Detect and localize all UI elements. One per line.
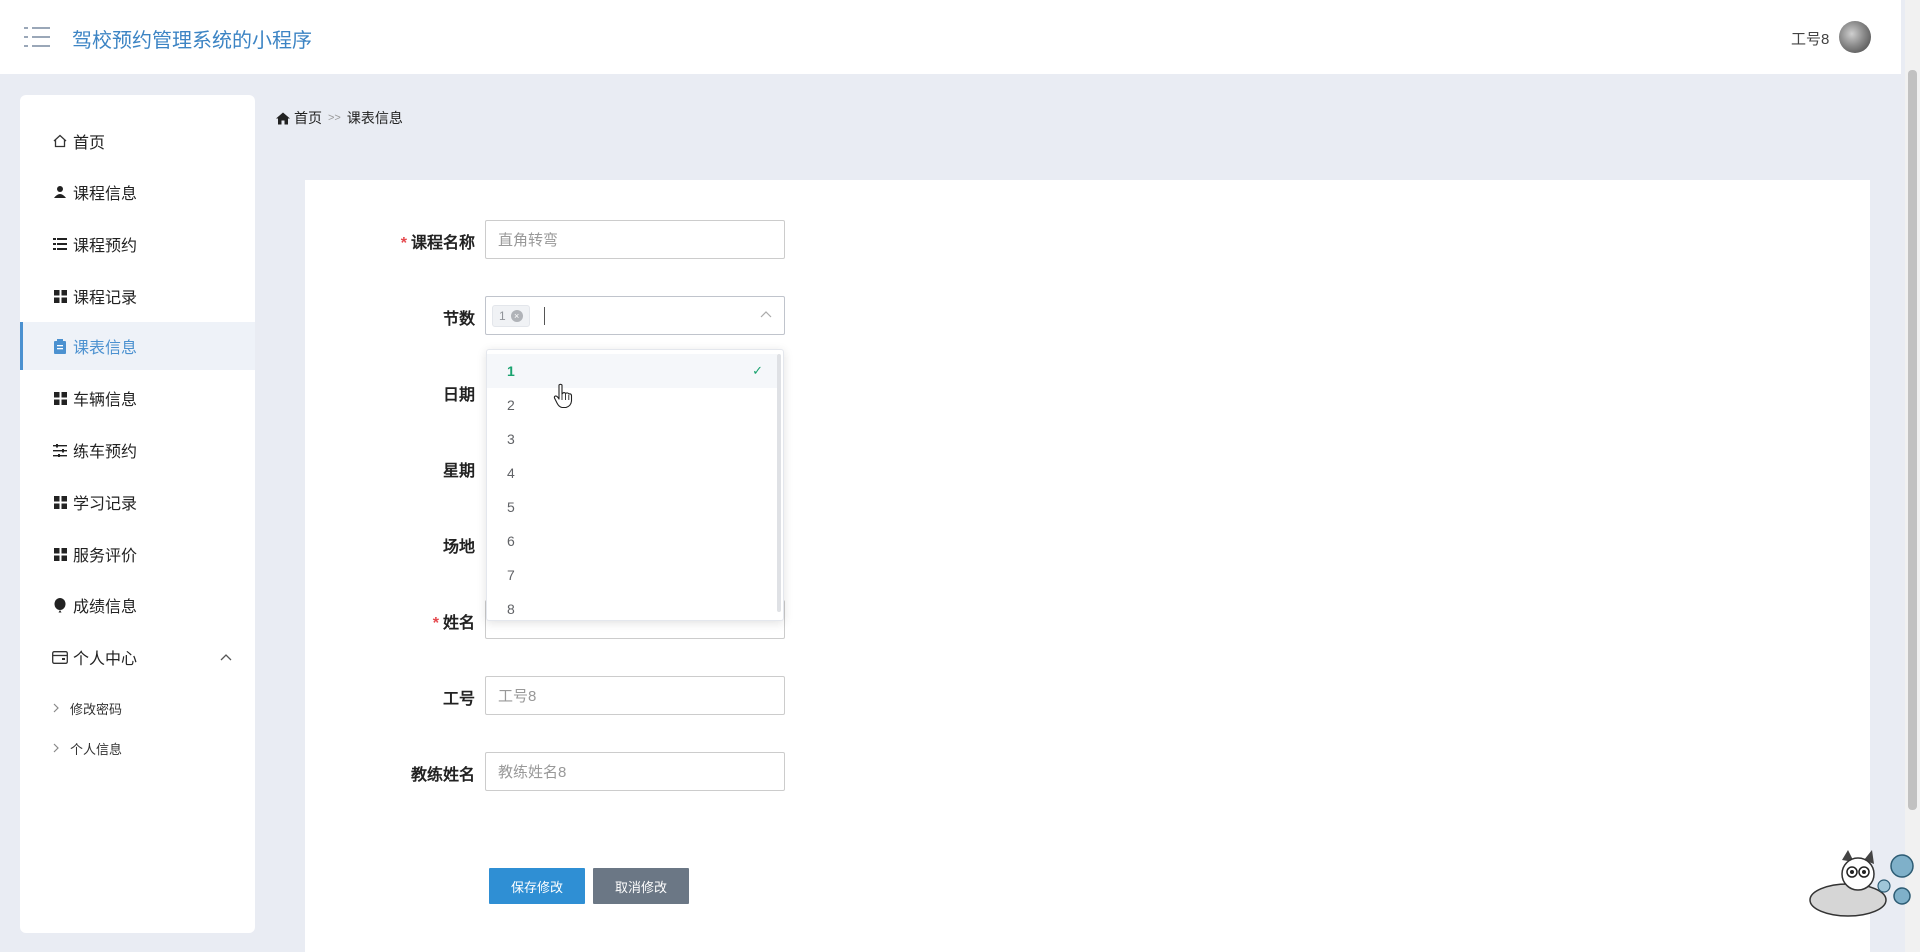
required-mark: * (400, 235, 407, 252)
grid-icon (52, 546, 68, 562)
app-title: 驾校预约管理系统的小程序 (72, 30, 312, 52)
sidebar-item-label: 学习记录 (73, 496, 138, 513)
sidebar-item-label: 车辆信息 (73, 392, 138, 409)
breadcrumb: 首页 >> 课表信息 (276, 108, 403, 128)
dropdown-option[interactable]: 5 (487, 490, 777, 524)
breadcrumb-current: 课表信息 (346, 110, 403, 126)
coach-name-value: 教练姓名8 (498, 764, 567, 781)
work-id-input[interactable]: 工号8 (485, 676, 785, 715)
section-select[interactable]: 1 × (485, 296, 785, 335)
save-button[interactable]: 保存修改 (489, 868, 585, 904)
tag-close-icon[interactable]: × (510, 309, 523, 322)
chevron-right-icon (52, 742, 70, 756)
sidebar-item-score-info[interactable]: 成绩信息 (20, 581, 255, 629)
sidebar: 首页 课程信息 课程预约 课程记录 课表信息 车辆信息 练车预约 学习记录 服务… (20, 95, 255, 933)
sidebar-item-service-review[interactable]: 服务评价 (20, 530, 255, 578)
sidebar-item-home[interactable]: 首页 (20, 117, 255, 165)
cancel-button[interactable]: 取消修改 (593, 868, 689, 904)
home-icon (276, 112, 290, 125)
coach-name-input[interactable]: 教练姓名8 (485, 752, 785, 791)
sidebar-item-course-records[interactable]: 课程记录 (20, 272, 255, 320)
name-label: * 姓名 (432, 615, 475, 632)
dropdown-option[interactable]: 4 (487, 456, 777, 490)
scrollbar-thumb[interactable] (1908, 70, 1917, 810)
sidebar-subitem-label: 修改密码 (70, 702, 123, 717)
sidebar-item-label: 课程信息 (73, 186, 138, 203)
sidebar-item-course-info[interactable]: 课程信息 (20, 168, 255, 216)
sidebar-subitem-change-password[interactable]: 修改密码 (52, 699, 122, 718)
dropdown-option[interactable]: 6 (487, 524, 777, 558)
sidebar-item-practice-booking[interactable]: 练车预约 (20, 426, 255, 474)
sidebar-item-label: 成绩信息 (73, 599, 138, 616)
course-name-label: * 课程名称 (400, 235, 475, 252)
avatar[interactable] (1839, 21, 1871, 53)
sidebar-item-label: 服务评价 (73, 548, 138, 565)
dropdown-option[interactable]: 3 (487, 422, 777, 456)
sidebar-item-study-records[interactable]: 学习记录 (20, 478, 255, 526)
list-icon (52, 236, 68, 252)
chevron-up-icon[interactable] (220, 648, 232, 666)
sidebar-item-personal-center[interactable]: 个人中心 (20, 633, 255, 681)
check-icon: ✓ (752, 363, 763, 378)
breadcrumb-home-link[interactable]: 首页 (294, 108, 322, 128)
sidebar-subitem-personal-info[interactable]: 个人信息 (52, 739, 122, 758)
section-label: 节数 (442, 311, 475, 328)
chevron-right-icon (52, 702, 70, 716)
user-icon (52, 184, 68, 200)
section-dropdown: 1 ✓ 2 3 4 5 6 7 8 (486, 349, 784, 621)
dropdown-option[interactable]: 2 (487, 388, 777, 422)
sidebar-item-course-booking[interactable]: 课程预约 (20, 220, 255, 268)
dropdown-scrollbar[interactable] (777, 354, 781, 612)
dropdown-option[interactable]: 1 ✓ (487, 354, 777, 388)
page-scrollbar[interactable] (1905, 0, 1920, 952)
work-id-value: 工号8 (498, 688, 537, 705)
course-name-input[interactable]: 直角转弯 (485, 220, 785, 259)
balloon-icon (52, 597, 68, 613)
sidebar-subitem-label: 个人信息 (70, 742, 123, 757)
grid-icon (52, 390, 68, 406)
sidebar-item-label: 课程预约 (73, 238, 138, 255)
required-mark: * (432, 615, 439, 632)
grid-icon (52, 494, 68, 510)
sliders-icon (52, 442, 68, 458)
breadcrumb-separator: >> (328, 112, 341, 124)
weekday-label: 星期 (442, 463, 475, 480)
menu-toggle-icon[interactable] (24, 27, 50, 47)
sidebar-item-vehicle-info[interactable]: 车辆信息 (20, 374, 255, 422)
selected-tag: 1 × (492, 304, 530, 327)
hand-cursor-icon (553, 383, 573, 414)
top-header: 驾校预约管理系统的小程序 工号8 (0, 0, 1901, 74)
dropdown-option[interactable]: 8 (487, 592, 777, 620)
coach-name-label: 教练姓名 (410, 767, 475, 784)
cat-mascot-icon (1808, 848, 1920, 925)
clipboard-icon (52, 338, 68, 354)
home-icon (52, 133, 68, 149)
venue-label: 场地 (442, 539, 475, 556)
user-name[interactable]: 工号8 (1791, 28, 1829, 49)
date-label: 日期 (442, 387, 475, 404)
sidebar-item-label: 课表信息 (73, 340, 138, 357)
dropdown-option[interactable]: 7 (487, 558, 777, 592)
chevron-up-icon[interactable] (760, 307, 772, 321)
sidebar-item-schedule-info[interactable]: 课表信息 (20, 322, 255, 370)
wallet-icon (52, 649, 68, 665)
sidebar-item-label: 课程记录 (73, 290, 138, 307)
sidebar-item-label: 首页 (73, 135, 106, 152)
sidebar-item-label: 个人中心 (73, 651, 138, 668)
grid-icon (52, 288, 68, 304)
sidebar-item-label: 练车预约 (73, 444, 138, 461)
course-name-value: 直角转弯 (498, 232, 559, 249)
work-id-label: 工号 (442, 691, 475, 708)
text-caret (543, 306, 545, 325)
